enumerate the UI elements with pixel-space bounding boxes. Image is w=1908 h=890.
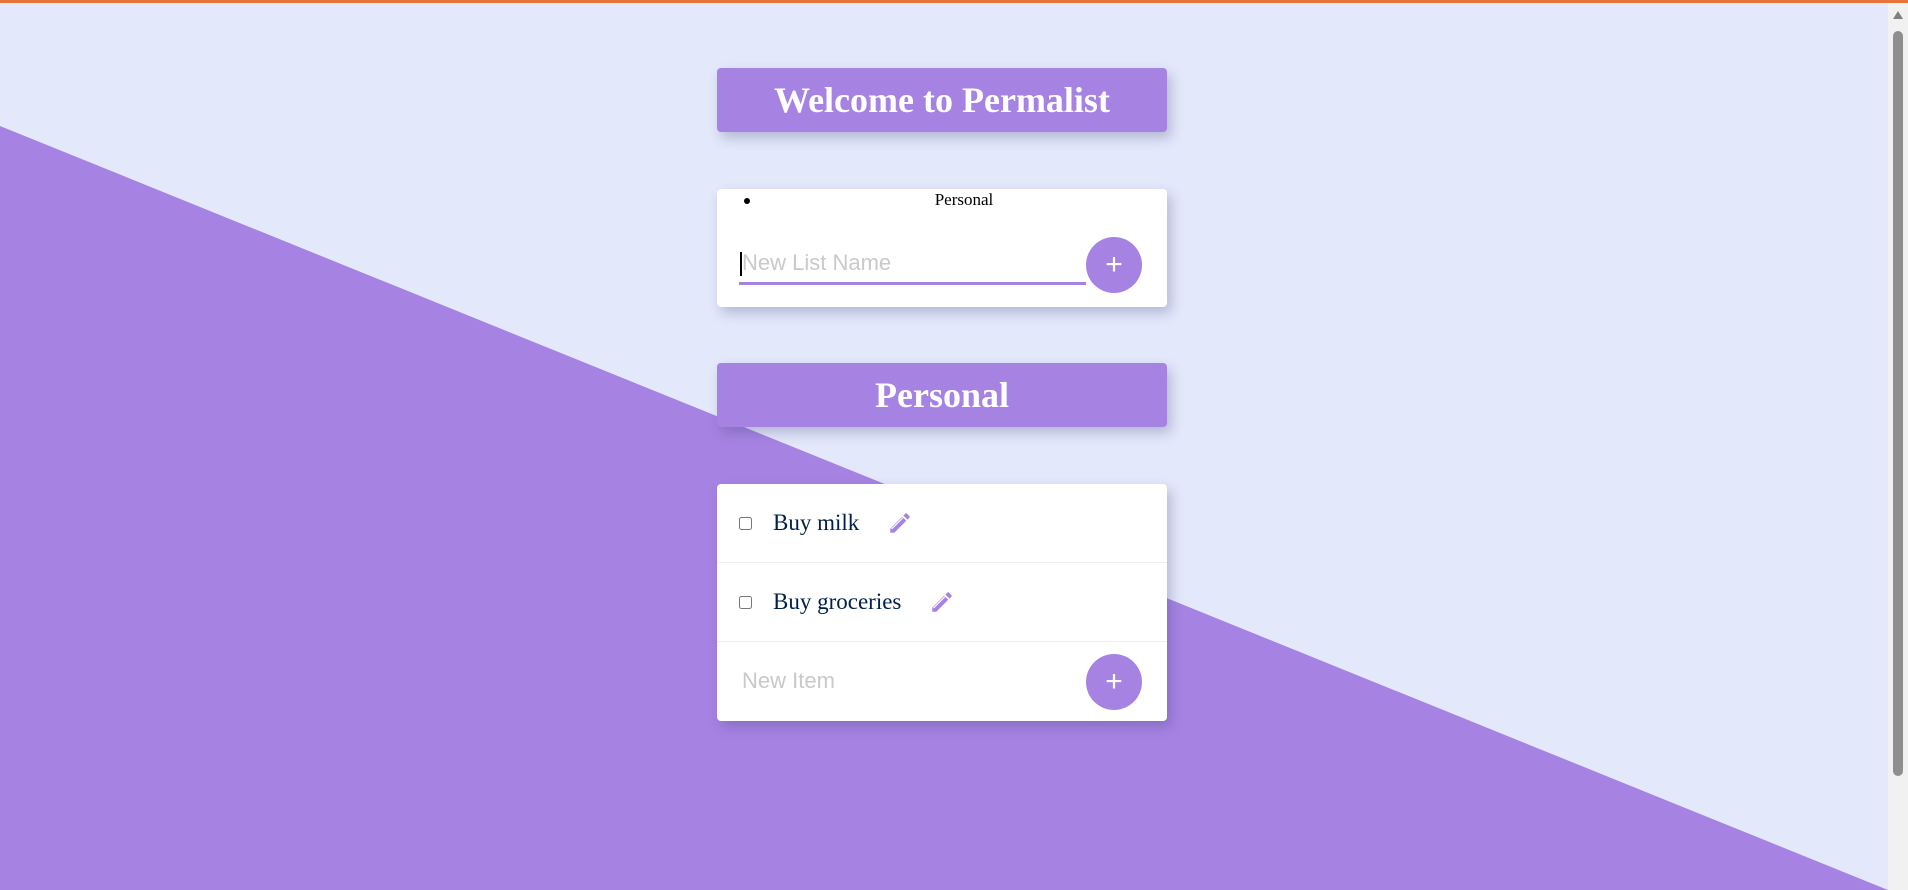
page-title-text: Welcome to Permalist <box>774 80 1110 120</box>
add-list-button[interactable]: + <box>1086 237 1142 293</box>
item-text: Buy milk <box>773 510 860 535</box>
item-text: Buy groceries <box>773 589 902 614</box>
lists-list: Personal <box>717 189 1167 211</box>
add-item-button[interactable]: + <box>1086 654 1142 710</box>
vertical-scrollbar[interactable] <box>1888 3 1908 890</box>
pencil-icon[interactable] <box>887 510 913 536</box>
list-item-personal[interactable]: Personal <box>717 189 1167 211</box>
item-checkbox[interactable] <box>739 516 752 530</box>
top-accent-bar <box>0 0 1908 3</box>
list-item: Buy groceries <box>717 563 1167 642</box>
list-item: Buy milk <box>717 484 1167 563</box>
pencil-icon[interactable] <box>929 589 955 615</box>
lists-panel: Personal + <box>717 189 1167 307</box>
list-item-label: Personal <box>934 190 994 209</box>
new-list-name-input[interactable] <box>739 243 1086 285</box>
scroll-up-arrow-icon[interactable] <box>1893 11 1903 19</box>
new-item-row: + <box>717 642 1167 721</box>
item-checkbox[interactable] <box>739 595 752 609</box>
bullet-icon <box>744 198 750 204</box>
text-caret <box>740 252 742 276</box>
background-diagonal <box>0 126 1888 890</box>
list-title-text: Personal <box>875 375 1009 415</box>
items-panel: Buy milk Buy groceries + <box>717 484 1167 721</box>
list-title: Personal <box>717 363 1167 427</box>
new-item-input[interactable] <box>739 660 1069 702</box>
page-title: Welcome to Permalist <box>717 68 1167 132</box>
scrollbar-thumb[interactable] <box>1893 31 1903 776</box>
